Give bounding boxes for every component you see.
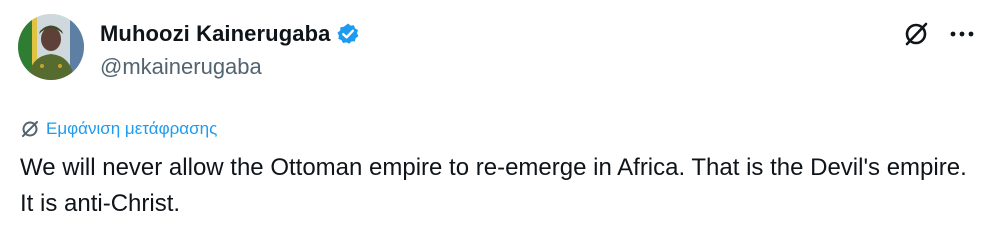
avatar[interactable]: [18, 14, 84, 80]
author-name-row: Muhoozi Kainerugaba: [100, 20, 360, 48]
verified-badge-icon[interactable]: [336, 22, 360, 46]
profile-photo-icon: [18, 14, 84, 80]
author-handle[interactable]: @mkainerugaba: [100, 54, 262, 80]
grok-icon[interactable]: [902, 20, 930, 48]
show-translation-link[interactable]: Εμφάνιση μετάφρασης: [20, 118, 217, 140]
show-translation-label[interactable]: Εμφάνιση μετάφρασης: [46, 119, 217, 139]
more-horizontal-icon[interactable]: [948, 20, 976, 48]
display-name[interactable]: Muhoozi Kainerugaba: [100, 21, 330, 47]
tweet-text: We will never allow the Ottoman empire t…: [20, 154, 967, 217]
translate-icon: [20, 119, 40, 139]
tweet-card: Muhoozi Kainerugaba @mkainerugaba Εμφάνι…: [0, 0, 988, 241]
